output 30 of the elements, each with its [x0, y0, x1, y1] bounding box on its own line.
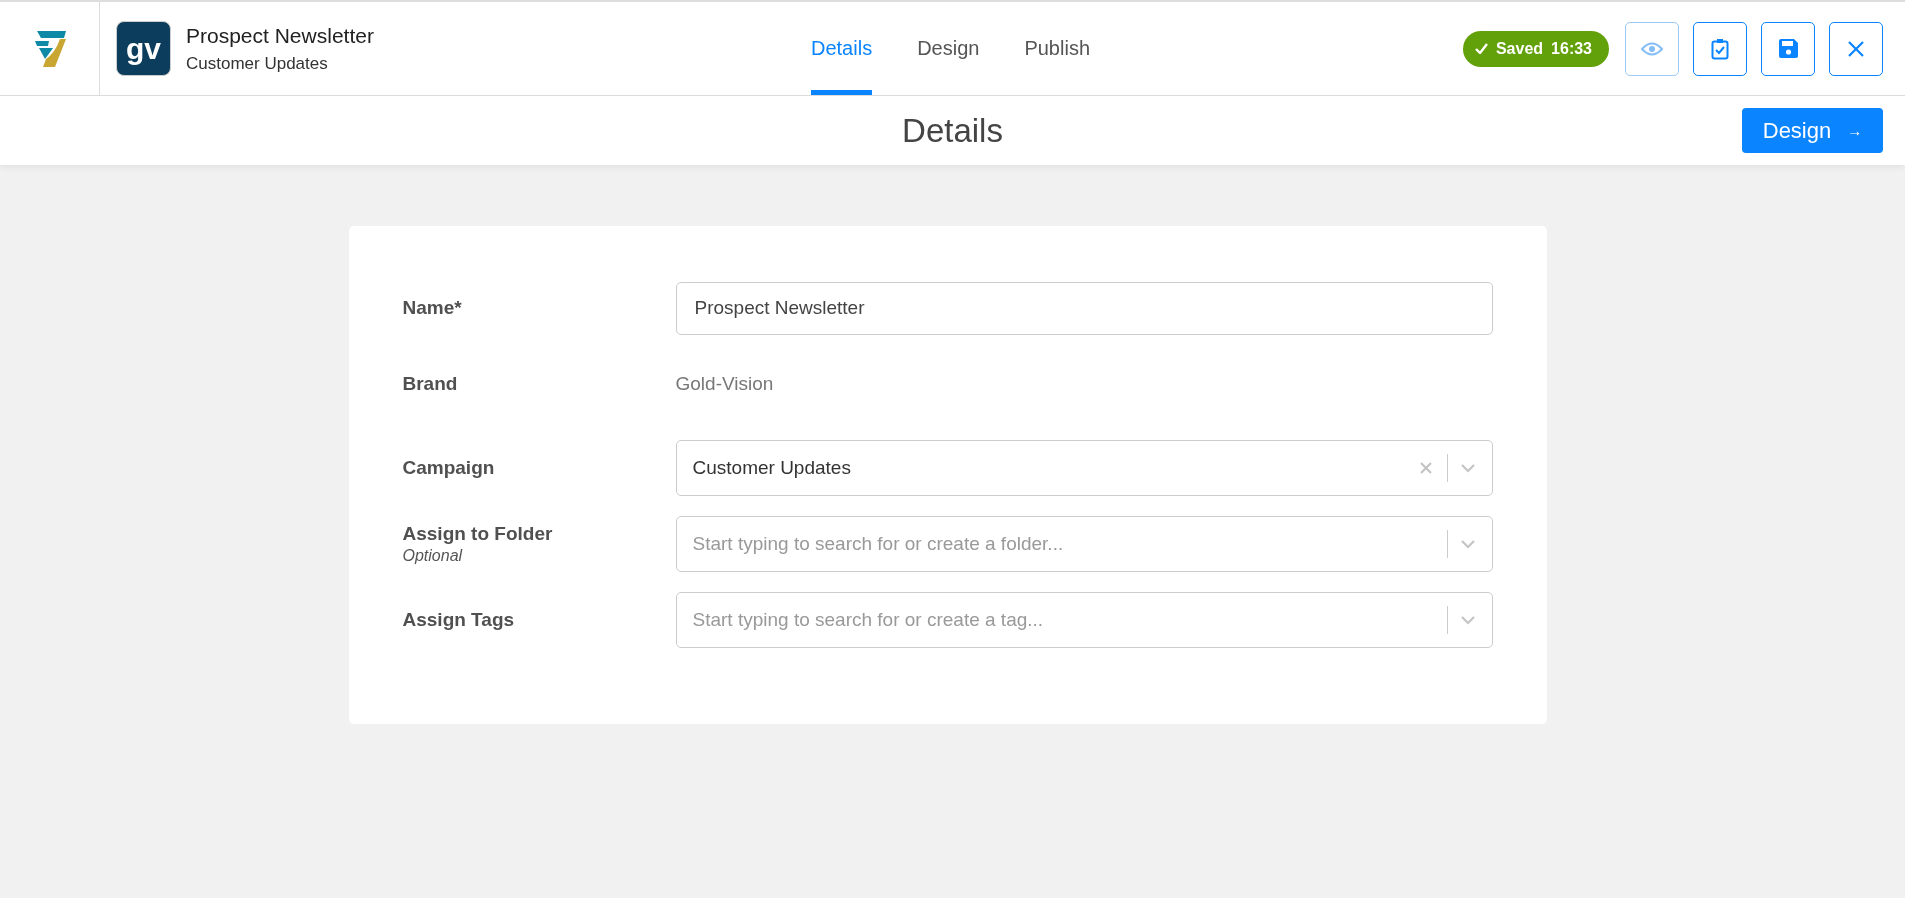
- field-label: Name*: [402, 297, 463, 319]
- brand-logo: gv: [116, 21, 171, 76]
- field-label: Brand: [402, 373, 459, 395]
- status-label: Saved: [1495, 39, 1544, 58]
- item-title: Prospect Newsletter: [186, 23, 374, 48]
- page-title: Details: [902, 111, 1003, 150]
- field-label: Assign Tags: [402, 609, 516, 631]
- brand-value: Gold-Vision: [675, 373, 774, 395]
- design-next-button[interactable]: Design →: [1742, 108, 1883, 153]
- chevron-down-icon[interactable]: [1459, 615, 1476, 625]
- eye-icon: [1641, 41, 1663, 56]
- close-icon: [1847, 39, 1865, 58]
- status-time: 16:33: [1551, 39, 1592, 58]
- name-input-field[interactable]: Prospect Newsletter: [675, 281, 1493, 335]
- check-icon: [1474, 43, 1488, 54]
- checklist-button[interactable]: [1693, 21, 1747, 76]
- chevron-down-icon[interactable]: [1459, 463, 1476, 473]
- nav-tab[interactable]: Publish: [1024, 2, 1090, 95]
- clipboard-check-icon: [1711, 37, 1729, 60]
- select-field[interactable]: Customer Updates: [675, 440, 1493, 496]
- item-subtitle: Customer Updates: [186, 53, 329, 74]
- save-button[interactable]: [1761, 21, 1815, 76]
- field-hint: Optional: [402, 547, 464, 565]
- field-label: Assign to Folder: [402, 523, 554, 545]
- nav-tab[interactable]: Design: [917, 2, 980, 95]
- close-button[interactable]: [1829, 21, 1883, 76]
- clear-icon[interactable]: [1419, 462, 1432, 474]
- field-label: Campaign: [402, 457, 496, 479]
- chevron-down-icon[interactable]: [1459, 539, 1476, 549]
- app-logo-icon: [32, 28, 67, 69]
